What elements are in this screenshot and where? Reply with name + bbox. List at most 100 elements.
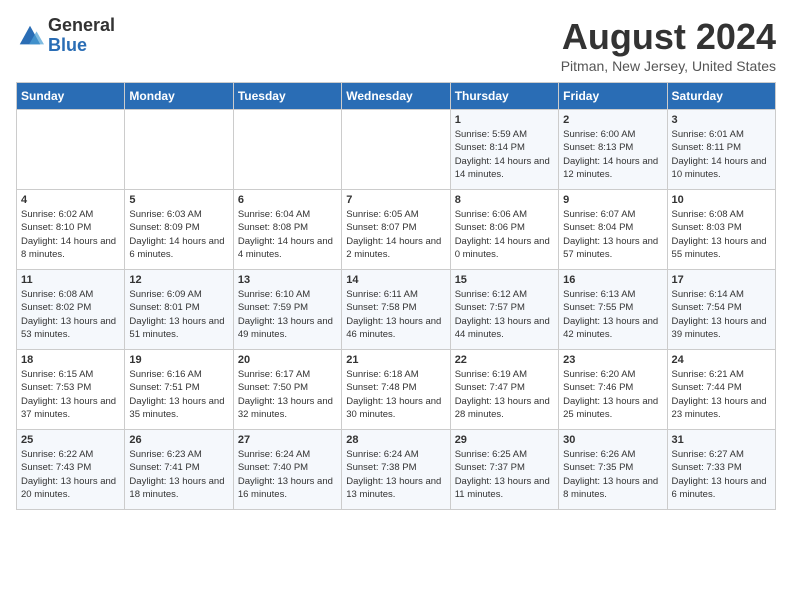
day-info: Sunrise: 6:03 AMSunset: 8:09 PMDaylight:… [129,208,228,261]
day-info: Sunrise: 6:15 AMSunset: 7:53 PMDaylight:… [21,368,120,421]
day-number: 4 [21,194,120,206]
col-saturday: Saturday [667,83,775,110]
day-cell: 14 Sunrise: 6:11 AMSunset: 7:58 PMDayligh… [342,270,450,350]
day-info: Sunrise: 6:27 AMSunset: 7:33 PMDaylight:… [672,448,771,501]
day-number: 21 [346,354,445,366]
day-number: 12 [129,274,228,286]
day-number: 3 [672,114,771,126]
day-number: 25 [21,434,120,446]
day-info: Sunrise: 6:21 AMSunset: 7:44 PMDaylight:… [672,368,771,421]
day-number: 5 [129,194,228,206]
day-cell: 19Sunrise: 6:16 AMSunset: 7:51 PMDayligh… [125,350,233,430]
day-number: 28 [346,434,445,446]
logo-general: General [48,16,115,36]
day-info: Sunrise: 6:20 AMSunset: 7:46 PMDaylight:… [563,368,662,421]
week-row-5: 25 Sunrise: 6:22 AMSunset: 7:43 PMDayligh… [17,430,776,510]
day-cell: 4Sunrise: 6:02 AMSunset: 8:10 PMDaylight… [17,190,125,270]
day-info: Sunrise: 6:23 AMSunset: 7:41 PMDaylight:… [129,448,228,501]
col-monday: Monday [125,83,233,110]
header-row: Sunday Monday Tuesday Wednesday Thursday… [17,83,776,110]
day-number: 17 [672,274,771,286]
day-number: 20 [238,354,337,366]
day-number: 24 [672,354,771,366]
day-cell: 17Sunrise: 6:14 AMSunset: 7:54 PMDayligh… [667,270,775,350]
day-info: Sunrise: 6:06 AMSunset: 8:06 PMDaylight:… [455,208,554,261]
location: Pitman, New Jersey, United States [561,58,776,74]
col-wednesday: Wednesday [342,83,450,110]
day-cell: 31 Sunrise: 6:27 AMSunset: 7:33 PMDayligh… [667,430,775,510]
day-cell: 22 Sunrise: 6:19 AMSunset: 7:47 PMDayligh… [450,350,558,430]
day-info: Sunrise: 6:11 AMSunset: 7:58 PMDaylight:… [346,288,445,341]
week-row-4: 18 Sunrise: 6:15 AMSunset: 7:53 PMDayligh… [17,350,776,430]
day-cell [342,110,450,190]
day-info: Sunrise: 6:08 AMSunset: 8:03 PMDaylight:… [672,208,771,261]
day-cell: 21Sunrise: 6:18 AMSunset: 7:48 PMDayligh… [342,350,450,430]
day-cell: 20 Sunrise: 6:17 AMSunset: 7:50 PMDayligh… [233,350,341,430]
title-block: August 2024 Pitman, New Jersey, United S… [561,16,776,74]
day-cell: 23 Sunrise: 6:20 AMSunset: 7:46 PMDayligh… [559,350,667,430]
day-number: 22 [455,354,554,366]
week-row-1: 1Sunrise: 5:59 AMSunset: 8:14 PMDaylight… [17,110,776,190]
logo-icon [16,22,44,50]
day-number: 14 [346,274,445,286]
day-cell: 2Sunrise: 6:00 AMSunset: 8:13 PMDaylight… [559,110,667,190]
day-number: 27 [238,434,337,446]
day-info: Sunrise: 6:09 AMSunset: 8:01 PMDaylight:… [129,288,228,341]
day-cell: 11 Sunrise: 6:08 AMSunset: 8:02 PMDayligh… [17,270,125,350]
day-number: 15 [455,274,554,286]
day-number: 13 [238,274,337,286]
day-number: 1 [455,114,554,126]
day-info: Sunrise: 6:04 AMSunset: 8:08 PMDaylight:… [238,208,337,261]
day-number: 23 [563,354,662,366]
day-number: 10 [672,194,771,206]
day-info: Sunrise: 6:01 AMSunset: 8:11 PMDaylight:… [672,128,771,181]
day-cell: 8 Sunrise: 6:06 AMSunset: 8:06 PMDaylight… [450,190,558,270]
day-cell: 24 Sunrise: 6:21 AMSunset: 7:44 PMDayligh… [667,350,775,430]
day-number: 2 [563,114,662,126]
day-cell: 12 Sunrise: 6:09 AMSunset: 8:01 PMDayligh… [125,270,233,350]
day-info: Sunrise: 6:13 AMSunset: 7:55 PMDaylight:… [563,288,662,341]
day-info: Sunrise: 6:25 AMSunset: 7:37 PMDaylight:… [455,448,554,501]
day-info: Sunrise: 6:17 AMSunset: 7:50 PMDaylight:… [238,368,337,421]
week-row-2: 4Sunrise: 6:02 AMSunset: 8:10 PMDaylight… [17,190,776,270]
day-cell [17,110,125,190]
day-number: 26 [129,434,228,446]
day-number: 7 [346,194,445,206]
day-cell: 15 Sunrise: 6:12 AMSunset: 7:57 PMDayligh… [450,270,558,350]
day-cell: 5 Sunrise: 6:03 AMSunset: 8:09 PMDaylight… [125,190,233,270]
day-info: Sunrise: 6:19 AMSunset: 7:47 PMDaylight:… [455,368,554,421]
day-cell: 29 Sunrise: 6:25 AMSunset: 7:37 PMDayligh… [450,430,558,510]
day-cell: 10 Sunrise: 6:08 AMSunset: 8:03 PMDayligh… [667,190,775,270]
day-cell: 27Sunrise: 6:24 AMSunset: 7:40 PMDayligh… [233,430,341,510]
day-cell: 7 Sunrise: 6:05 AMSunset: 8:07 PMDaylight… [342,190,450,270]
day-number: 9 [563,194,662,206]
day-cell [233,110,341,190]
col-friday: Friday [559,83,667,110]
day-cell [125,110,233,190]
day-number: 29 [455,434,554,446]
day-number: 16 [563,274,662,286]
day-number: 30 [563,434,662,446]
day-info: Sunrise: 6:24 AMSunset: 7:38 PMDaylight:… [346,448,445,501]
day-cell: 28 Sunrise: 6:24 AMSunset: 7:38 PMDayligh… [342,430,450,510]
col-thursday: Thursday [450,83,558,110]
calendar-table: Sunday Monday Tuesday Wednesday Thursday… [16,82,776,510]
day-info: Sunrise: 6:05 AMSunset: 8:07 PMDaylight:… [346,208,445,261]
day-number: 31 [672,434,771,446]
day-cell: 16 Sunrise: 6:13 AMSunset: 7:55 PMDayligh… [559,270,667,350]
day-info: Sunrise: 6:12 AMSunset: 7:57 PMDaylight:… [455,288,554,341]
day-info: Sunrise: 6:26 AMSunset: 7:35 PMDaylight:… [563,448,662,501]
day-info: Sunrise: 6:10 AMSunset: 7:59 PMDaylight:… [238,288,337,341]
day-number: 8 [455,194,554,206]
col-sunday: Sunday [17,83,125,110]
day-number: 18 [21,354,120,366]
day-cell: 26 Sunrise: 6:23 AMSunset: 7:41 PMDayligh… [125,430,233,510]
day-cell: 25 Sunrise: 6:22 AMSunset: 7:43 PMDayligh… [17,430,125,510]
col-tuesday: Tuesday [233,83,341,110]
day-number: 11 [21,274,120,286]
logo: General Blue [16,16,115,56]
day-number: 6 [238,194,337,206]
day-info: Sunrise: 6:08 AMSunset: 8:02 PMDaylight:… [21,288,120,341]
day-cell: 30 Sunrise: 6:26 AMSunset: 7:35 PMDayligh… [559,430,667,510]
day-info: Sunrise: 6:22 AMSunset: 7:43 PMDaylight:… [21,448,120,501]
